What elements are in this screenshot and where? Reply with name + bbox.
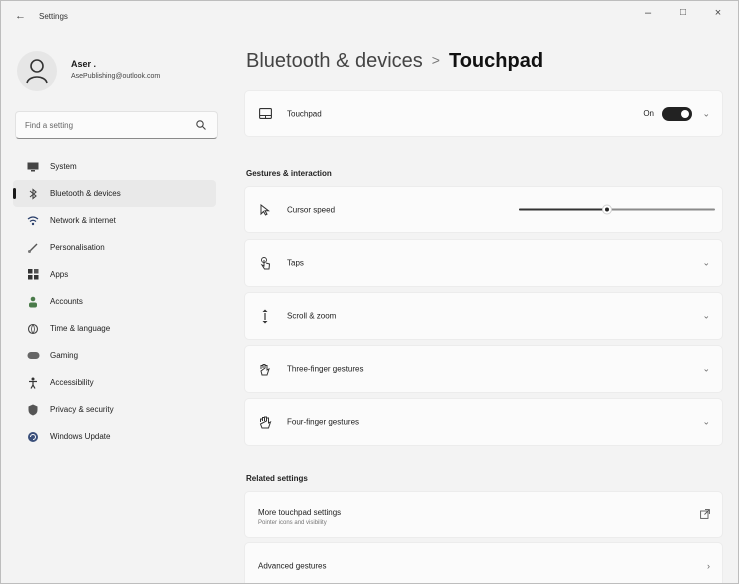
sidebar-item-label: Bluetooth & devices [50,189,121,198]
window-title: Settings [39,12,68,21]
selection-indicator [13,188,16,199]
more-touchpad-settings-subtitle: Pointer icons and visibility [258,520,327,526]
apps-icon [26,268,40,282]
update-icon [26,430,40,444]
touchpad-label: Touchpad [287,109,322,118]
minimize-icon[interactable]: – [638,7,658,19]
advanced-gestures-label: Advanced gestures [258,561,327,571]
more-touchpad-settings-card[interactable]: More touchpad settings Pointer icons and… [244,491,723,538]
chevron-right-icon: › [707,561,710,571]
touchpad-icon [258,107,272,121]
chevron-down-icon: ⌄ [702,257,710,268]
tap-icon [258,256,272,270]
toggle-state: On [643,109,654,118]
three-finger-card[interactable]: Three-finger gestures ⌄ [244,345,723,393]
maximize-icon[interactable]: □ [673,7,693,18]
sidebar-item-label: Privacy & security [50,405,114,414]
more-touchpad-settings-label: More touchpad settings [258,508,342,517]
slider-fill [519,208,608,210]
section-heading-related: Related settings [246,474,308,483]
sidebar-item-label: Accessibility [50,378,94,387]
taps-card[interactable]: Taps ⌄ [244,239,723,287]
cursor-speed-card: Cursor speed [244,186,723,233]
globe-icon [26,322,40,336]
close-icon[interactable]: × [708,7,728,19]
sidebar-item-label: Time & language [50,324,111,333]
four-finger-card[interactable]: Four-finger gestures ⌄ [244,398,723,446]
sidebar-item-label: Apps [50,270,69,279]
back-arrow-icon[interactable]: ← [15,10,26,22]
sidebar-item-apps[interactable]: Apps [13,261,216,288]
sidebar-item-accessibility[interactable]: Accessibility [13,369,216,396]
section-heading-gestures: Gestures & interaction [246,169,332,178]
sidebar-item-label: Accounts [50,297,83,306]
sidebar-item-label: System [50,162,77,171]
scroll-icon [258,309,272,323]
cursor-speed-slider[interactable] [519,204,715,214]
user-email: AsePublishing@outlook.com [71,73,161,80]
sidebar-item-personalisation[interactable]: Personalisation [13,234,216,261]
sidebar-item-label: Gaming [50,351,79,360]
sidebar-item-label: Network & internet [50,216,116,225]
three-finger-icon [258,362,272,376]
cursor-speed-label: Cursor speed [287,205,336,214]
chevron-down-icon: ⌄ [702,416,710,427]
page-title: Touchpad [448,50,544,72]
chevron-down-icon[interactable]: ⌄ [702,108,710,119]
advanced-gestures-card[interactable]: Advanced gestures › [244,542,723,583]
breadcrumb-separator: > [431,52,440,68]
touchpad-card[interactable]: Touchpad On ⌄ [244,90,723,137]
settings-window: ← Settings – □ × Aser . AsePublishing@ou… [0,0,739,584]
search-icon [195,118,207,136]
search-placeholder: Find a setting [25,121,74,130]
shield-icon [26,403,40,417]
sidebar-item-gaming[interactable]: Gaming [13,342,216,369]
breadcrumb: Bluetooth & devices > Touchpad [246,50,543,73]
user-avatar-icon [26,59,48,84]
bluetooth-icon [26,187,40,201]
search-input[interactable]: Find a setting [15,111,218,139]
touchpad-toggle[interactable] [662,106,692,121]
system-icon [26,160,40,174]
sidebar-item-network[interactable]: Network & internet [13,207,216,234]
sidebar-item-system[interactable]: System [13,153,216,180]
title-bar: ← Settings – □ × [1,1,738,33]
accessibility-icon [26,376,40,390]
brush-icon [26,241,40,255]
toggle-knob [681,109,689,118]
sidebar-item-windows-update[interactable]: Windows Update [13,423,216,450]
chevron-down-icon: ⌄ [702,363,710,374]
sidebar-item-label: Personalisation [50,243,105,252]
scroll-zoom-label: Scroll & zoom [287,311,337,321]
four-finger-label: Four-finger gestures [287,417,360,427]
scroll-zoom-card[interactable]: Scroll & zoom ⌄ [244,292,723,340]
touchpad-toggle-group: On [643,106,692,121]
cursor-icon [258,203,272,217]
sidebar-item-label: Windows Update [50,432,111,441]
sidebar-nav: System Bluetooth & devices Network & int… [13,153,216,450]
three-finger-label: Three-finger gestures [287,364,364,374]
sidebar-item-time-language[interactable]: Time & language [13,315,216,342]
wifi-icon [26,214,40,228]
gamepad-icon [26,349,40,363]
breadcrumb-parent[interactable]: Bluetooth & devices [246,50,423,72]
sidebar-item-privacy[interactable]: Privacy & security [13,396,216,423]
sidebar-item-bluetooth[interactable]: Bluetooth & devices [13,180,216,207]
chevron-down-icon: ⌄ [702,310,710,321]
person-icon [26,295,40,309]
user-name: Aser . [71,59,97,69]
external-link-icon [700,508,710,521]
sidebar-item-accounts[interactable]: Accounts [13,288,216,315]
avatar [17,51,57,91]
taps-label: Taps [287,258,304,268]
four-finger-icon [258,415,272,429]
slider-thumb[interactable] [602,204,613,214]
